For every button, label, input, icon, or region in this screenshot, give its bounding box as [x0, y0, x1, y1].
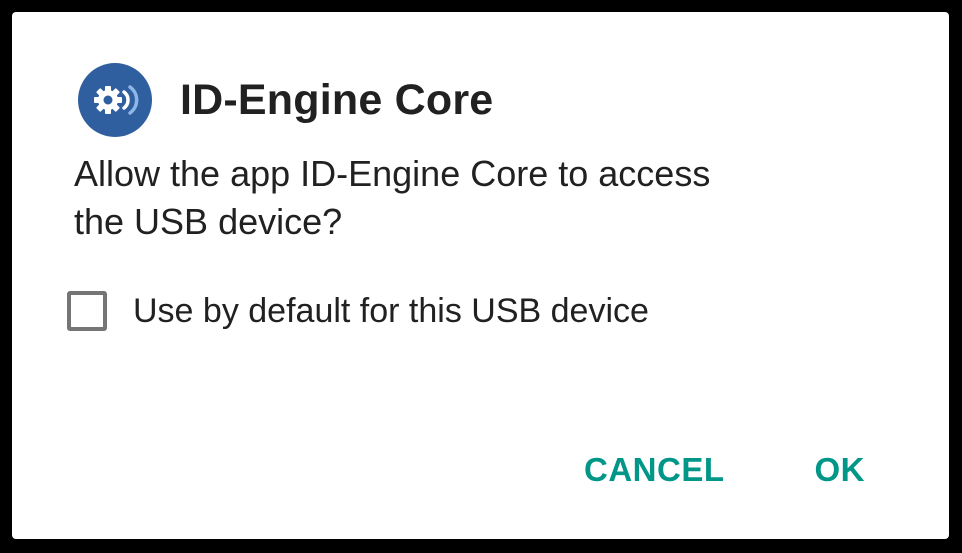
dialog-header: ID-Engine Core: [78, 63, 494, 137]
cancel-button[interactable]: CANCEL: [584, 451, 725, 489]
dialog-actions: CANCEL OK: [584, 446, 865, 494]
use-by-default-checkbox[interactable]: [67, 291, 107, 331]
use-by-default-row[interactable]: Use by default for this USB device: [67, 288, 649, 334]
dialog-message: Allow the app ID-Engine Core to access t…: [74, 150, 834, 246]
ok-button[interactable]: OK: [815, 451, 866, 489]
gear-wireless-icon: [78, 63, 152, 137]
dialog-message-line: Allow the app ID-Engine Core to access: [74, 153, 711, 194]
use-by-default-label[interactable]: Use by default for this USB device: [133, 292, 649, 331]
usb-permission-dialog: ID-Engine Core Allow the app ID-Engine C…: [12, 12, 949, 539]
dialog-title: ID-Engine Core: [180, 75, 494, 124]
dialog-message-line: the USB device?: [74, 201, 343, 242]
